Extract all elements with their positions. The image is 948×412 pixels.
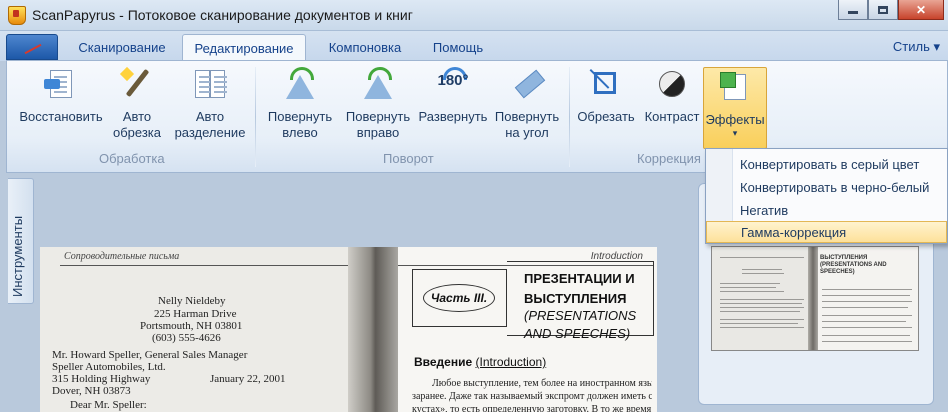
minimize-button[interactable] [838,0,868,20]
book-gutter [348,247,398,412]
tab-scanning[interactable]: Сканирование [66,34,178,61]
crop-icon [589,67,623,101]
letter-date: January 22, 2001 [210,373,286,385]
effects-icon [718,70,752,104]
thumbnail-title: ВЫСТУПЛЕНИЯ (PRESENTATIONS AND SPEECHES) [820,255,887,275]
tab-editing[interactable]: Редактирование [182,34,306,61]
letter-line: Portsmouth, NH 03801 [140,320,243,332]
window-title: ScanPapyrus - Потоковое сканирование док… [32,7,413,23]
style-menu[interactable]: Стиль ▾ [893,39,940,55]
letter-line: Dover, NH 03873 [52,385,131,397]
body-line: кустах», то есть определенную заготовку.… [412,404,652,412]
split-book-icon [193,67,227,101]
body-line: заранее. Даже так называемый экспромт до… [412,391,652,402]
menu-item-gamma-correction[interactable]: Гамма-коррекция [706,221,947,243]
window-controls: ✕ [838,0,944,21]
left-page-header: Сопроводительные письма [64,251,180,262]
auto-split-button[interactable]: Авто разделение [171,67,249,141]
minimize-icon [848,11,858,14]
chapter-subtitle: (PRESENTATIONS AND SPEECHES) [524,308,637,341]
ribbon-tab-row: Сканирование Редактирование Компоновка П… [0,31,948,61]
part-label: Часть III. [423,284,495,312]
contrast-button[interactable]: Контраст [641,67,703,125]
group-separator [569,67,570,167]
menu-item-grayscale[interactable]: Конвертировать в серый цвет [734,153,946,175]
rotate-left-icon [283,67,317,101]
tools-tab-label: Инструменты [10,215,25,297]
tab-layout[interactable]: Компоновка [310,34,420,61]
app-menu-button[interactable] [6,34,58,60]
rotate-right-icon [361,67,395,101]
menu-item-black-white[interactable]: Конвертировать в черно-белый [734,176,946,198]
rotate-180-button[interactable]: 180° Развернуть [411,67,495,125]
group-separator [255,67,256,167]
effects-button[interactable]: Эффекты ▾ [703,67,767,149]
letter-line: (603) 555-4626 [152,332,221,344]
letter-line: Mr. Howard Speller, General Sales Manage… [52,349,248,361]
left-page: Сопроводительные письма Nelly Nieldeby 2… [40,247,352,412]
close-button[interactable]: ✕ [898,0,944,20]
contrast-icon [655,67,689,101]
group-label-correction: Коррекция [637,151,701,166]
letter-line: Nelly Nieldeby [158,295,226,307]
letter-greeting: Dear Mr. Speller: [70,399,147,411]
close-icon: ✕ [915,2,927,17]
part-box: Часть III. [412,269,507,327]
effects-dropdown-menu: Конвертировать в серый цвет Конвертирова… [705,148,948,244]
rotate-right-button[interactable]: Повернуть вправо [339,67,417,141]
chapter-title: ПРЕЗЕНТАЦИИ И ВЫСТУПЛЕНИЯ [524,271,635,306]
letter-line: Speller Automobiles, Ltd. [52,361,166,373]
letter-line: 225 Harman Drive [154,308,237,320]
body-line: Любое выступление, тем более на иностран… [432,378,652,389]
magic-wand-icon [119,66,154,101]
right-page: Introduction Часть III. ПРЕЗЕНТАЦИИ И ВЫ… [398,247,657,412]
maximize-icon [878,5,888,14]
rotate-180-icon: 180° [436,67,470,101]
auto-crop-button[interactable]: Авто обрезка [107,66,167,141]
page-thumbnail[interactable]: ВЫСТУПЛЕНИЯ (PRESENTATIONS AND SPEECHES) [711,246,919,351]
rotate-angle-button[interactable]: Повернуть на угол [489,67,565,141]
tools-side-tab[interactable]: Инструменты [8,178,34,304]
maximize-button[interactable] [868,0,898,20]
group-label-rotation: Поворот [383,151,434,166]
app-icon [8,6,26,25]
title-bar: ScanPapyrus - Потоковое сканирование док… [0,0,948,31]
group-label-processing: Обработка [99,151,165,166]
document-page-view[interactable]: Сопроводительные письма Nelly Nieldeby 2… [40,247,657,412]
rotate-left-button[interactable]: Повернуть влево [261,67,339,141]
menu-item-negative[interactable]: Негатив [734,199,946,221]
chevron-down-icon: ▾ [732,128,738,138]
restore-button[interactable]: Восстановить [17,67,105,125]
restore-icon [44,67,78,101]
crop-button[interactable]: Обрезать [573,67,639,125]
rotate-angle-icon [510,67,546,101]
section-heading: Введение (Introduction) [414,355,547,369]
tab-help[interactable]: Помощь [422,34,494,61]
letter-line: 315 Holding Highway [52,373,151,385]
